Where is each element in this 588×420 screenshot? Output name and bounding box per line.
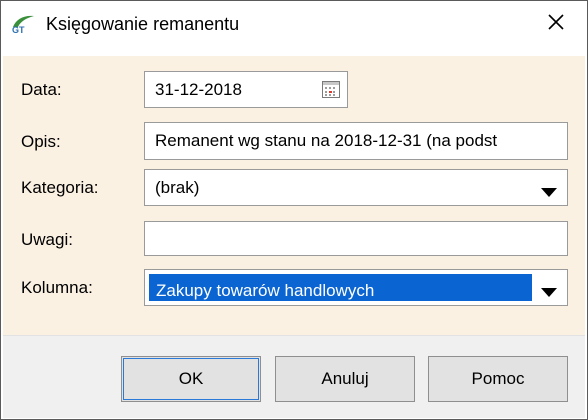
- form-panel: Data: 31-12-2018 Opis: Remanent wg stanu…: [3, 56, 585, 335]
- calendar-icon[interactable]: [322, 81, 340, 98]
- uwagi-field[interactable]: [144, 221, 568, 256]
- kolumna-label: Kolumna:: [21, 278, 93, 297]
- close-icon: [547, 13, 565, 36]
- chevron-down-icon[interactable]: [541, 284, 557, 302]
- kategoria-value: (brak): [155, 178, 200, 197]
- data-label: Data:: [21, 80, 62, 99]
- dialog-window: GT Księgowanie remanentu Data: 31-12-201…: [0, 0, 588, 420]
- button-bar: OK Anuluj Pomoc: [3, 335, 585, 418]
- opis-field[interactable]: Remanent wg stanu na 2018-12-31 (na pods…: [144, 122, 568, 160]
- svg-text:GT: GT: [12, 25, 25, 35]
- close-button[interactable]: [531, 5, 581, 43]
- chevron-down-icon[interactable]: [541, 184, 557, 202]
- uwagi-label: Uwagi:: [21, 230, 73, 249]
- opis-label: Opis:: [21, 132, 61, 151]
- date-field[interactable]: 31-12-2018: [144, 71, 348, 108]
- kategoria-select[interactable]: (brak): [144, 169, 568, 206]
- kategoria-label: Kategoria:: [21, 178, 99, 197]
- help-button[interactable]: Pomoc: [428, 356, 568, 402]
- date-value: 31-12-2018: [155, 80, 242, 99]
- gt-app-icon: GT: [10, 13, 36, 35]
- opis-value: Remanent wg stanu na 2018-12-31 (na pods…: [155, 131, 498, 150]
- ok-button[interactable]: OK: [121, 356, 261, 402]
- title-bar: GT Księgowanie remanentu: [1, 1, 587, 48]
- cancel-button[interactable]: Anuluj: [275, 356, 415, 402]
- selection-highlight: Zakupy towarów handlowych: [149, 274, 532, 301]
- kolumna-value: Zakupy towarów handlowych: [156, 281, 375, 300]
- window-title: Księgowanie remanentu: [46, 14, 240, 34]
- kolumna-select[interactable]: Zakupy towarów handlowych: [144, 269, 568, 306]
